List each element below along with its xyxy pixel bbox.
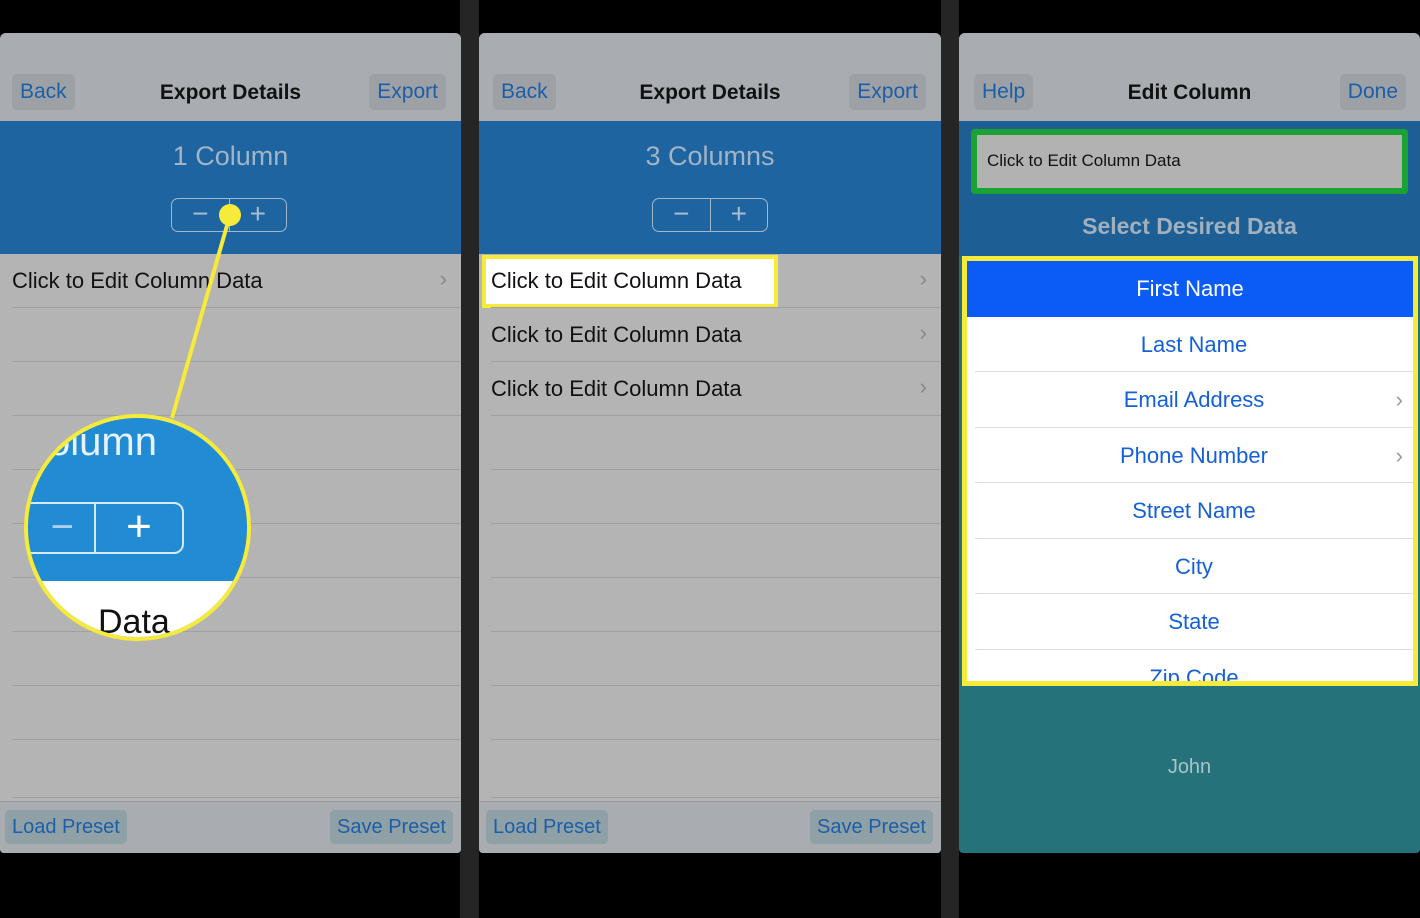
option-phone-number[interactable]: Phone Number ›: [975, 428, 1413, 483]
option-label: Zip Code: [1149, 664, 1239, 686]
chevron-right-icon: ›: [919, 320, 927, 345]
option-label: Last Name: [1140, 331, 1248, 357]
divider: [941, 0, 959, 918]
column-row[interactable]: Click to Edit Column Data ›: [491, 254, 941, 308]
option-label: City: [1175, 553, 1213, 579]
empty-row: [491, 524, 941, 578]
preview-value: John: [1167, 756, 1212, 778]
empty-row: [491, 686, 941, 740]
bottom-toolbar: Load Preset Save Preset: [479, 801, 941, 853]
option-label: State: [1168, 609, 1220, 634]
export-button[interactable]: Export: [849, 74, 926, 110]
option-street-name[interactable]: Street Name: [975, 483, 1413, 539]
magnified-stepper: − +: [28, 502, 184, 554]
row-label: Click to Edit Column Data: [491, 322, 742, 347]
save-preset-button[interactable]: Save Preset: [810, 810, 933, 844]
magnified-minus: −: [28, 504, 96, 552]
column-row[interactable]: Click to Edit Column Data ›: [491, 308, 941, 362]
magnified-row: Data: [28, 581, 247, 641]
chevron-right-icon: ›: [919, 374, 927, 399]
increment-button[interactable]: +: [711, 199, 768, 231]
column-count: 3 Columns: [645, 141, 775, 171]
load-preset-button[interactable]: Load Preset: [486, 810, 608, 844]
magnified-plus: +: [126, 502, 152, 551]
magnifier: olumn − + Data: [24, 414, 251, 641]
option-label: Phone Number: [1120, 442, 1268, 468]
decrement-button[interactable]: −: [653, 199, 711, 231]
option-first-name[interactable]: First Name: [967, 261, 1413, 317]
divider: [460, 0, 479, 918]
column-row[interactable]: Click to Edit Column Data ›: [491, 362, 941, 416]
chevron-right-icon: ›: [1395, 387, 1403, 412]
magnified-text: Data: [98, 603, 170, 641]
empty-row: [491, 416, 941, 470]
panel-export-3-columns: Back Export Details Export 3 Columns − +…: [479, 33, 941, 853]
nav-bar: Help Edit Column Done: [959, 33, 1420, 121]
nav-bar: Back Export Details Export: [479, 33, 941, 121]
option-label: First Name: [1136, 276, 1244, 301]
column-stepper[interactable]: − +: [652, 198, 768, 232]
option-city[interactable]: City: [975, 539, 1413, 594]
column-count-header: 3 Columns − +: [479, 121, 941, 254]
data-picker[interactable]: First Name Last Name Email Address › Phon…: [962, 256, 1418, 686]
callout-dot: [219, 204, 241, 226]
row-label: Click to Edit Column Data: [491, 376, 742, 401]
magnified-text: olumn: [48, 420, 157, 464]
option-label: Street Name: [1132, 498, 1256, 523]
column-data-field[interactable]: Click to Edit Column Data: [971, 129, 1408, 194]
empty-row: [491, 740, 941, 798]
empty-row: [491, 578, 941, 632]
option-last-name[interactable]: Last Name: [975, 317, 1413, 372]
option-zip-code[interactable]: Zip Code: [975, 650, 1413, 686]
row-label: Click to Edit Column Data: [491, 268, 742, 293]
option-label: Email Address: [1123, 387, 1265, 412]
empty-row: [491, 632, 941, 686]
panel-edit-column: Help Edit Column Done Click to Edit Colu…: [959, 33, 1420, 853]
field-text: Click to Edit Column Data: [987, 151, 1181, 170]
chevron-right-icon: ›: [919, 266, 927, 291]
chevron-right-icon: ›: [1395, 442, 1403, 468]
empty-row: [491, 470, 941, 524]
select-data-label: Select Desired Data: [1082, 213, 1297, 239]
option-state[interactable]: State: [975, 594, 1413, 650]
edit-header: Click to Edit Column Data Select Desired…: [959, 121, 1420, 256]
done-button[interactable]: Done: [1339, 74, 1406, 110]
option-email-address[interactable]: Email Address ›: [975, 372, 1413, 428]
